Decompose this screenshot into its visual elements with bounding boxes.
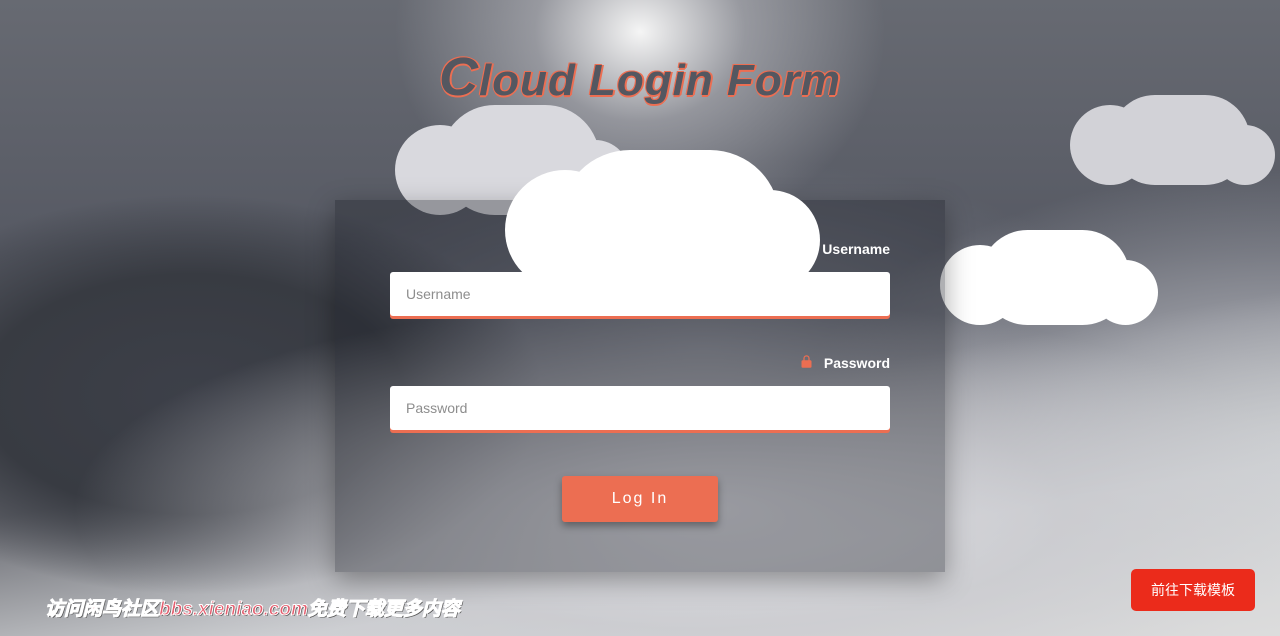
password-input[interactable] xyxy=(390,386,890,430)
cloud-decoration xyxy=(980,230,1130,325)
cloud-decoration xyxy=(560,150,780,290)
download-template-button[interactable]: 前往下载模板 xyxy=(1131,569,1255,611)
password-label: Password xyxy=(824,355,890,371)
page-title: Cloud Login Form xyxy=(0,46,1280,108)
cloud-decoration xyxy=(1110,95,1250,185)
promo-text: 访问闲鸟社区bbs.xieniao.com免费下载更多内容 xyxy=(45,594,460,621)
lock-icon xyxy=(799,354,814,372)
login-button[interactable]: Log In xyxy=(562,476,718,522)
password-label-row: Password xyxy=(390,354,890,372)
username-label: Username xyxy=(822,241,890,257)
